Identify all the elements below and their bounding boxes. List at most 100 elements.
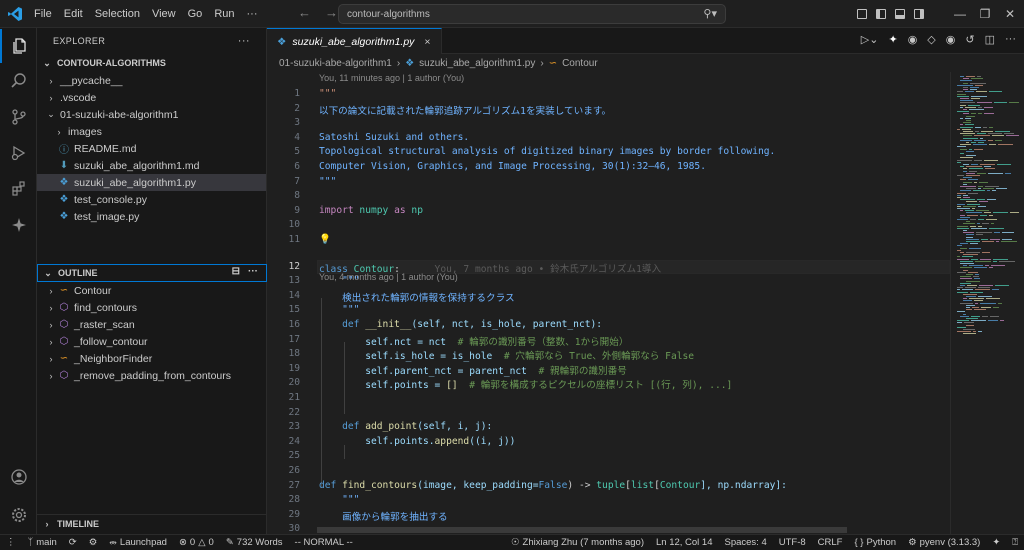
file-tree-item[interactable]: › .vscode (37, 89, 266, 106)
workspace-root[interactable]: ⌄ CONTOUR-ALGORITHMS (37, 54, 266, 72)
run-file-icon[interactable]: ▷⌄ (861, 33, 879, 46)
file-tree-item[interactable]: ❖ test_image.py (37, 208, 266, 225)
explorer-icon[interactable] (0, 29, 37, 63)
minimap[interactable] (950, 72, 1024, 534)
minimap-line (963, 254, 978, 256)
toggle-secondary-sidebar-icon[interactable] (914, 9, 924, 19)
breadcrumb-file[interactable]: suzuki_abe_algorithm1.py (419, 58, 535, 69)
copilot-sparkle-icon[interactable] (0, 208, 37, 242)
minimap-line (978, 188, 981, 190)
search-icon[interactable] (0, 64, 37, 98)
word-count[interactable]: ✎ 732 Words (220, 537, 289, 548)
gitlens-prev-icon[interactable]: ◉ (908, 33, 918, 46)
minimap-line (966, 318, 978, 319)
code-editor[interactable]: You, 11 minutes ago | 1 author (You) You… (267, 72, 950, 534)
file-tree-item[interactable]: ⬇ suzuki_abe_algorithm1.md (37, 157, 266, 174)
codelens-author[interactable]: You, 11 minutes ago | 1 author (You) (319, 73, 464, 83)
code-token: find_contours (342, 479, 418, 491)
copilot-edit-icon[interactable]: ✦ (888, 33, 897, 46)
launchpad-icon: ⥈ (109, 537, 117, 548)
breadcrumb-symbol[interactable]: Contour (562, 58, 598, 69)
branch-indicator[interactable]: ᛉ main (22, 537, 63, 548)
tab-suzuki-abe-algorithm1[interactable]: ❖ suzuki_abe_algorithm1.py × (267, 28, 442, 54)
copilot-status-icon[interactable]: ✦ (986, 537, 1006, 548)
outline-item[interactable]: › ∽ _NeighborFinder (37, 350, 267, 367)
outline-item[interactable]: › ⬡ _raster_scan (37, 316, 267, 333)
menu-go[interactable]: Go (182, 8, 209, 20)
command-center[interactable]: contour-algorithms ⚲▾ (338, 4, 726, 24)
menu-edit[interactable]: Edit (58, 8, 89, 20)
problems-indicator[interactable]: ⊗ 0 △ 0 (173, 537, 220, 548)
line-ending[interactable]: CRLF (812, 537, 849, 548)
notifications-bell-icon[interactable]: ⍰ (1006, 537, 1024, 548)
layout-customize-icon[interactable] (857, 9, 867, 19)
file-tree-item[interactable]: › images (37, 123, 266, 140)
explorer-more-icon[interactable]: ··· (238, 35, 250, 47)
back-arrow-icon[interactable]: ← (298, 5, 311, 20)
chat-icon[interactable]: ⚲▾ (703, 7, 717, 20)
code-token: parent_nct (469, 365, 527, 377)
minimap-line (982, 241, 994, 242)
timeline-header[interactable]: › TIMELINE (37, 514, 267, 532)
gitlens-compare-icon[interactable]: ◇ (927, 33, 935, 46)
cursor-position[interactable]: Ln 12, Col 14 (650, 537, 719, 548)
tab-close-icon[interactable]: × (424, 36, 430, 48)
editor-more-icon[interactable]: ··· (1005, 33, 1016, 46)
horizontal-scrollbar[interactable] (317, 527, 847, 533)
gitlens-icon[interactable]: ⚙ (83, 537, 104, 548)
code-token: (image, keep_padding= (417, 479, 539, 491)
timeline-icon[interactable]: ↺ (965, 33, 974, 46)
outline-more-icon[interactable]: ··· (248, 266, 258, 277)
function-symbol-icon: ⬡ (59, 370, 69, 381)
breadcrumb-folder[interactable]: 01-suzuki-abe-algorithm1 (279, 58, 392, 69)
outline-item[interactable]: › ⬡ _follow_contour (37, 333, 267, 350)
file-tree-item[interactable]: ⓘ README.md (37, 140, 266, 157)
file-tree-item[interactable]: › __pycache__ (37, 72, 266, 89)
line-number: 24 (288, 435, 300, 447)
collapse-all-icon[interactable]: ⊟ (232, 266, 240, 277)
minimap-line (974, 135, 990, 137)
breadcrumb: 01-suzuki-abe-algorithm1 › ❖ suzuki_abe_… (267, 54, 1024, 72)
file-tree-item[interactable]: ⌄ 01-suzuki-abe-algorithm1 (37, 106, 266, 123)
outline-item[interactable]: › ⬡ find_contours (37, 299, 267, 316)
settings-gear-icon[interactable] (0, 498, 37, 532)
minimap-line (966, 236, 973, 238)
launchpad-item[interactable]: ⥈ Launchpad (103, 537, 173, 548)
minimize-icon[interactable]: — (952, 7, 968, 21)
toggle-panel-icon[interactable] (895, 9, 905, 19)
minimap-line (966, 234, 974, 236)
file-tree-item[interactable]: ❖ suzuki_abe_algorithm1.py (37, 174, 266, 191)
minimap-line (1005, 172, 1011, 174)
sync-icon[interactable]: ⟳ (63, 537, 83, 548)
code-line: Satoshi Suzuki and others. (319, 132, 469, 143)
forward-arrow-icon[interactable]: → (325, 5, 338, 20)
outline-item[interactable]: › ∽ Contour (37, 282, 267, 299)
file-tree-item[interactable]: ❖ test_console.py (37, 191, 266, 208)
line-number: 6 (294, 161, 300, 172)
menu-run[interactable]: Run (208, 8, 240, 20)
encoding[interactable]: UTF-8 (773, 537, 812, 548)
menu-file[interactable]: File (28, 8, 58, 20)
menu-view[interactable]: View (146, 8, 182, 20)
indent-guide (344, 445, 345, 459)
git-blame-item[interactable]: ☉ Zhixiang Zhu (7 months ago) (505, 537, 650, 548)
indentation[interactable]: Spaces: 4 (719, 537, 773, 548)
outline-header[interactable]: ⌄ OUTLINE ⊟ ··· (37, 264, 267, 282)
close-window-icon[interactable]: ✕ (1002, 7, 1018, 21)
gitlens-next-icon[interactable]: ◉ (946, 33, 956, 46)
python-interpreter[interactable]: ⚙ pyenv (3.13.3) (902, 537, 986, 548)
toggle-primary-sidebar-icon[interactable] (876, 9, 886, 19)
restore-icon[interactable]: ❐ (977, 7, 993, 21)
remote-indicator[interactable]: ⋮ (0, 537, 22, 548)
outline-item[interactable]: › ⬡ _remove_padding_from_contours (37, 367, 267, 384)
run-debug-icon[interactable] (0, 136, 37, 170)
menu-selection[interactable]: Selection (89, 8, 146, 20)
code-line: def find_contours(image, keep_padding=Fa… (319, 480, 787, 491)
menu-more[interactable]: ··· (241, 8, 264, 20)
source-control-icon[interactable] (0, 100, 37, 134)
extensions-icon[interactable] (0, 172, 37, 206)
split-editor-icon[interactable]: ◫ (985, 33, 995, 46)
language-mode[interactable]: { } Python (848, 537, 902, 548)
account-icon[interactable] (0, 460, 37, 494)
minimap-line (971, 78, 983, 80)
